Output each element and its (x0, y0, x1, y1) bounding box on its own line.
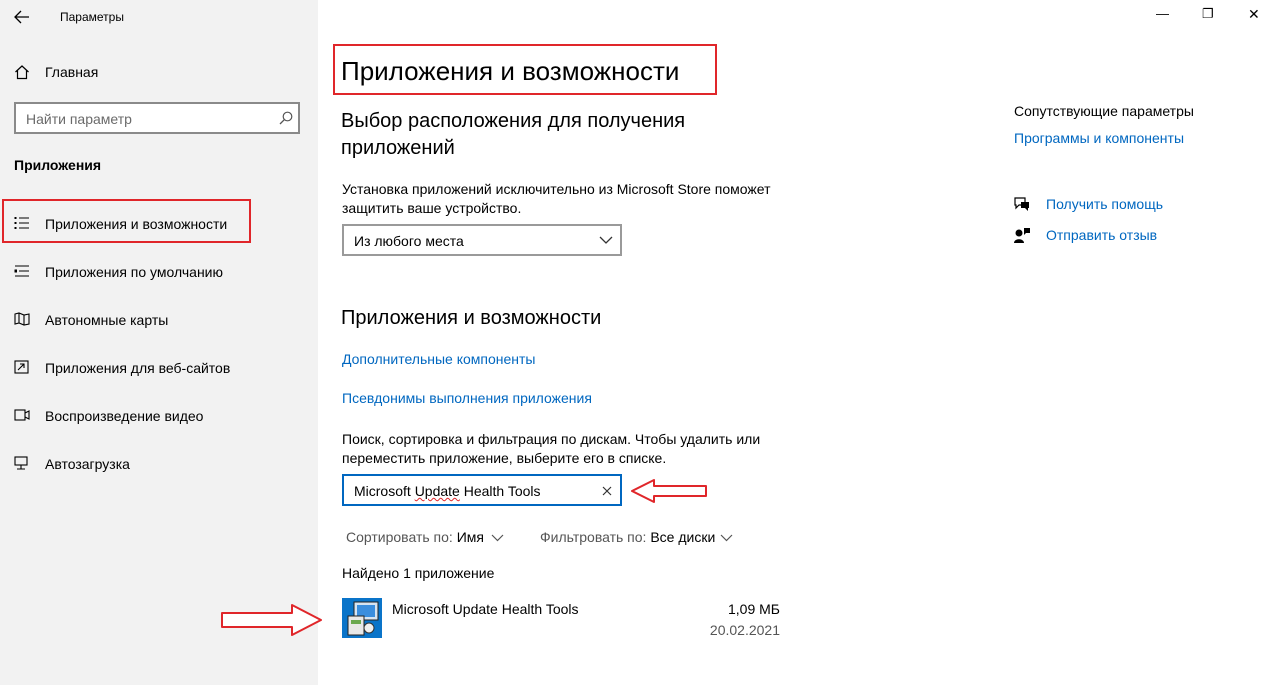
get-help-link[interactable]: Получить помощь (1046, 196, 1163, 212)
sidebar-item-label: Воспроизведение видео (45, 408, 204, 424)
related-settings-heading: Сопутствующие параметры (1014, 103, 1194, 119)
home-icon (15, 65, 29, 80)
location-heading-line: Выбор расположения для получения (341, 110, 686, 132)
search-placeholder: Найти параметр (26, 111, 132, 127)
dropdown-value: Из любого места (354, 233, 464, 249)
chevron-down-icon[interactable] (720, 534, 733, 542)
map-icon (14, 312, 30, 326)
filter-value: Все диски (650, 529, 716, 545)
video-icon (14, 409, 30, 421)
startup-icon (14, 456, 28, 470)
back-arrow-icon[interactable] (14, 10, 30, 24)
sidebar-item-video-playback[interactable]: Воспроизведение видео (0, 400, 318, 434)
annotation-arrow-right-icon (221, 604, 322, 636)
sidebar-item-label: Приложения для веб-сайтов (45, 360, 231, 376)
filter-control[interactable]: Фильтровать по: Все диски (540, 529, 715, 545)
minimize-button[interactable]: — (1156, 6, 1169, 21)
sidebar-item-label: Автозагрузка (45, 456, 130, 472)
location-heading: Выбор расположения для получения приложе… (341, 108, 685, 162)
settings-search-input[interactable]: Найти параметр (14, 102, 300, 134)
clear-icon[interactable] (602, 486, 612, 496)
search-description-line: переместить приложение, выберите его в с… (342, 450, 667, 466)
close-button[interactable]: ✕ (1248, 6, 1260, 23)
search-value-misspelled: Update (414, 483, 460, 499)
app-search-input[interactable]: Microsoft Update Health Tools (342, 474, 622, 506)
search-description-line: Поиск, сортировка и фильтрация по дискам… (342, 431, 761, 447)
install-location-dropdown[interactable]: Из любого места (342, 224, 622, 256)
location-heading-line: приложений (341, 137, 455, 159)
search-value-text: Health Tools (459, 483, 541, 499)
restore-button[interactable]: ❐ (1202, 6, 1214, 22)
app-search-value: Microsoft Update Health Tools (354, 483, 541, 499)
list-default-icon (14, 265, 29, 277)
help-icon (1014, 197, 1029, 211)
filter-label: Фильтровать по: (540, 529, 647, 545)
sidebar-item-web-apps[interactable]: Приложения для веб-сайтов (0, 352, 318, 386)
sidebar-item-label: Автономные карты (45, 312, 169, 328)
annotation-arrow-left-icon (631, 479, 707, 503)
chevron-down-icon (599, 236, 613, 244)
location-description-line: защитить ваше устройство. (342, 200, 522, 216)
programs-features-link[interactable]: Программы и компоненты (1014, 130, 1184, 146)
sidebar-item-offline-maps[interactable]: Автономные карты (0, 304, 318, 338)
sidebar-item-label: Приложения по умолчанию (45, 264, 223, 280)
sidebar-home[interactable]: Главная (45, 64, 98, 80)
app-size: 1,09 МБ (728, 601, 780, 617)
sort-label: Сортировать по: (346, 529, 453, 545)
search-value-text: Microsoft (354, 483, 415, 499)
location-description-line: Установка приложений исключительно из Mi… (342, 181, 771, 197)
sort-value: Имя (456, 529, 484, 545)
sidebar: Параметры Главная Найти параметр Приложе… (0, 0, 318, 685)
sidebar-item-startup[interactable]: Автозагрузка (0, 448, 318, 482)
app-date: 20.02.2021 (709, 622, 780, 638)
feedback-icon (1014, 228, 1030, 243)
search-description: Поиск, сортировка и фильтрация по дискам… (342, 430, 760, 468)
chevron-down-icon[interactable] (491, 534, 504, 542)
annotation-highlight-title (333, 44, 717, 95)
location-description: Установка приложений исключительно из Mi… (342, 180, 771, 218)
web-app-icon (14, 360, 29, 374)
sidebar-section-title: Приложения (14, 157, 102, 173)
app-aliases-link[interactable]: Псевдонимы выполнения приложения (342, 390, 592, 406)
app-list-item[interactable]: Microsoft Update Health Tools 1,09 МБ 20… (340, 596, 782, 642)
app-installer-icon (342, 598, 382, 638)
window-title: Параметры (60, 10, 124, 24)
sort-control[interactable]: Сортировать по: Имя (346, 529, 484, 545)
annotation-highlight-sidebar (2, 199, 251, 243)
send-feedback-link[interactable]: Отправить отзыв (1046, 227, 1157, 243)
optional-features-link[interactable]: Дополнительные компоненты (342, 351, 536, 367)
sidebar-item-default-apps[interactable]: Приложения по умолчанию (0, 256, 318, 290)
app-name: Microsoft Update Health Tools (392, 601, 579, 617)
apps-heading: Приложения и возможности (341, 307, 602, 329)
search-icon[interactable] (279, 111, 293, 125)
found-count: Найдено 1 приложение (342, 565, 495, 581)
